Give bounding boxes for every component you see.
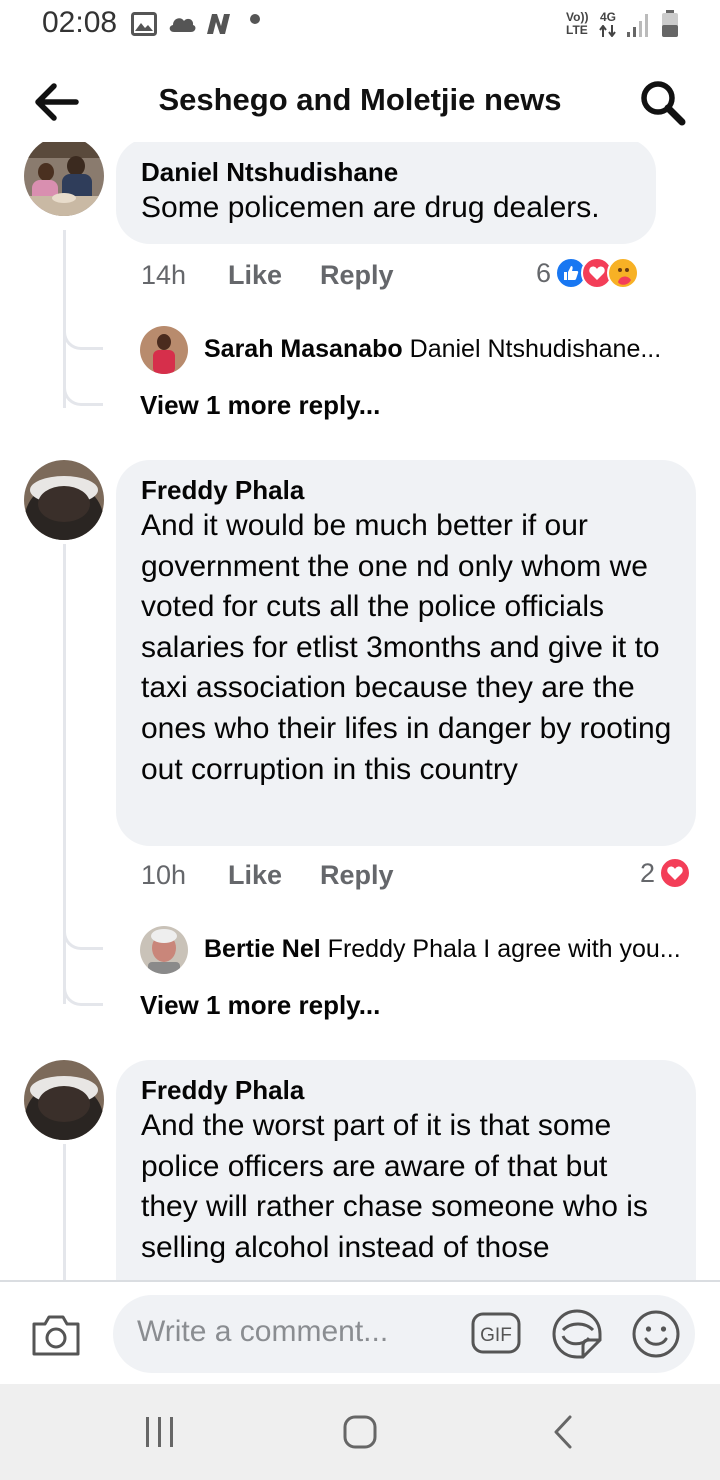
comment-text: And it would be much better if our gover… — [141, 509, 672, 786]
comment-author[interactable]: Daniel Ntshudishane — [141, 156, 632, 188]
comment-time: 10h — [141, 860, 187, 890]
reply-button[interactable]: Reply — [320, 860, 394, 891]
comment-composer: Write a comment... GIF — [0, 1280, 720, 1384]
status-time: 02:08 — [42, 6, 118, 39]
reaction-summary[interactable]: 2 — [640, 856, 692, 890]
reply-author: Sarah Masanabo — [204, 335, 403, 363]
avatar[interactable] — [140, 326, 188, 374]
avatar[interactable] — [24, 460, 104, 540]
reply-text: Freddy Phala I agree with you... — [327, 935, 681, 963]
thread-branch — [63, 984, 103, 1006]
data-arrows-icon — [599, 25, 616, 37]
gif-icon[interactable]: GIF — [471, 1310, 521, 1356]
thread-line — [63, 1144, 66, 1280]
comment-bubble[interactable]: Freddy Phala And it would be much better… — [116, 460, 696, 846]
comment-author[interactable]: Freddy Phala — [141, 474, 672, 506]
news-app-icon — [207, 14, 230, 34]
notification-dot — [250, 14, 260, 24]
comment-text: Some policemen are drug dealers. — [141, 191, 600, 224]
comment-author[interactable]: Freddy Phala — [141, 1074, 672, 1106]
gallery-icon — [131, 12, 157, 36]
sticker-icon[interactable] — [551, 1308, 603, 1360]
comment-text: And the worst part of it is that some po… — [141, 1109, 648, 1264]
like-button[interactable]: Like — [228, 860, 282, 891]
view-more-replies[interactable]: View 1 more reply... — [140, 390, 380, 421]
back-icon[interactable] — [544, 1412, 584, 1452]
like-button[interactable]: Like — [228, 260, 282, 291]
comment-placeholder: Write a comment... — [137, 1315, 389, 1348]
thread-branch — [63, 328, 103, 350]
comment-bubble[interactable]: Daniel Ntshudishane Some policemen are d… — [116, 142, 656, 244]
care-reaction-icon — [607, 257, 640, 289]
avatar[interactable] — [140, 926, 188, 974]
home-icon[interactable] — [340, 1412, 380, 1452]
reply-text: Daniel Ntshudishane... — [409, 335, 662, 363]
cloud-icon — [169, 18, 196, 32]
gif-label: GIF — [480, 1325, 512, 1346]
thread-branch — [63, 928, 103, 950]
system-nav-bar — [0, 1384, 720, 1480]
volte-label: Vo)) — [566, 10, 589, 24]
app-header: Seshego and Moletjie news — [0, 60, 720, 142]
page-title: Seshego and Moletjie news — [158, 82, 562, 117]
emoji-icon[interactable] — [631, 1309, 681, 1359]
thread-line — [63, 230, 66, 408]
reaction-count: 2 — [640, 857, 656, 888]
reaction-summary[interactable]: 6 — [536, 256, 640, 290]
wifi-signal-icon — [627, 14, 648, 37]
battery-icon — [662, 10, 678, 37]
reply-author: Bertie Nel — [204, 935, 321, 963]
comment-list: Daniel Ntshudishane Some policemen are d… — [0, 142, 720, 1280]
status-bar: 02:08 Vo)) LTE 4G — [0, 0, 720, 50]
comment-bubble[interactable]: Freddy Phala And the worst part of it is… — [116, 1060, 696, 1280]
4g-label: 4G — [600, 10, 617, 24]
comment-input[interactable]: Write a comment... GIF — [113, 1295, 695, 1373]
reaction-count: 6 — [536, 257, 552, 288]
avatar[interactable] — [24, 1060, 104, 1140]
reply-preview[interactable]: Sarah Masanabo Daniel Ntshudishane... — [204, 335, 704, 364]
view-more-replies[interactable]: View 1 more reply... — [140, 990, 380, 1021]
recent-apps-icon[interactable] — [140, 1412, 180, 1452]
search-icon[interactable] — [636, 76, 690, 130]
reply-preview[interactable]: Bertie Nel Freddy Phala I agree with you… — [204, 935, 704, 964]
camera-icon[interactable] — [30, 1312, 82, 1358]
reply-button[interactable]: Reply — [320, 260, 394, 291]
avatar[interactable] — [24, 142, 104, 216]
love-reaction-icon — [659, 857, 692, 889]
thread-branch — [63, 384, 103, 406]
comment-time: 14h — [141, 260, 187, 290]
lte-label: LTE — [566, 23, 588, 37]
